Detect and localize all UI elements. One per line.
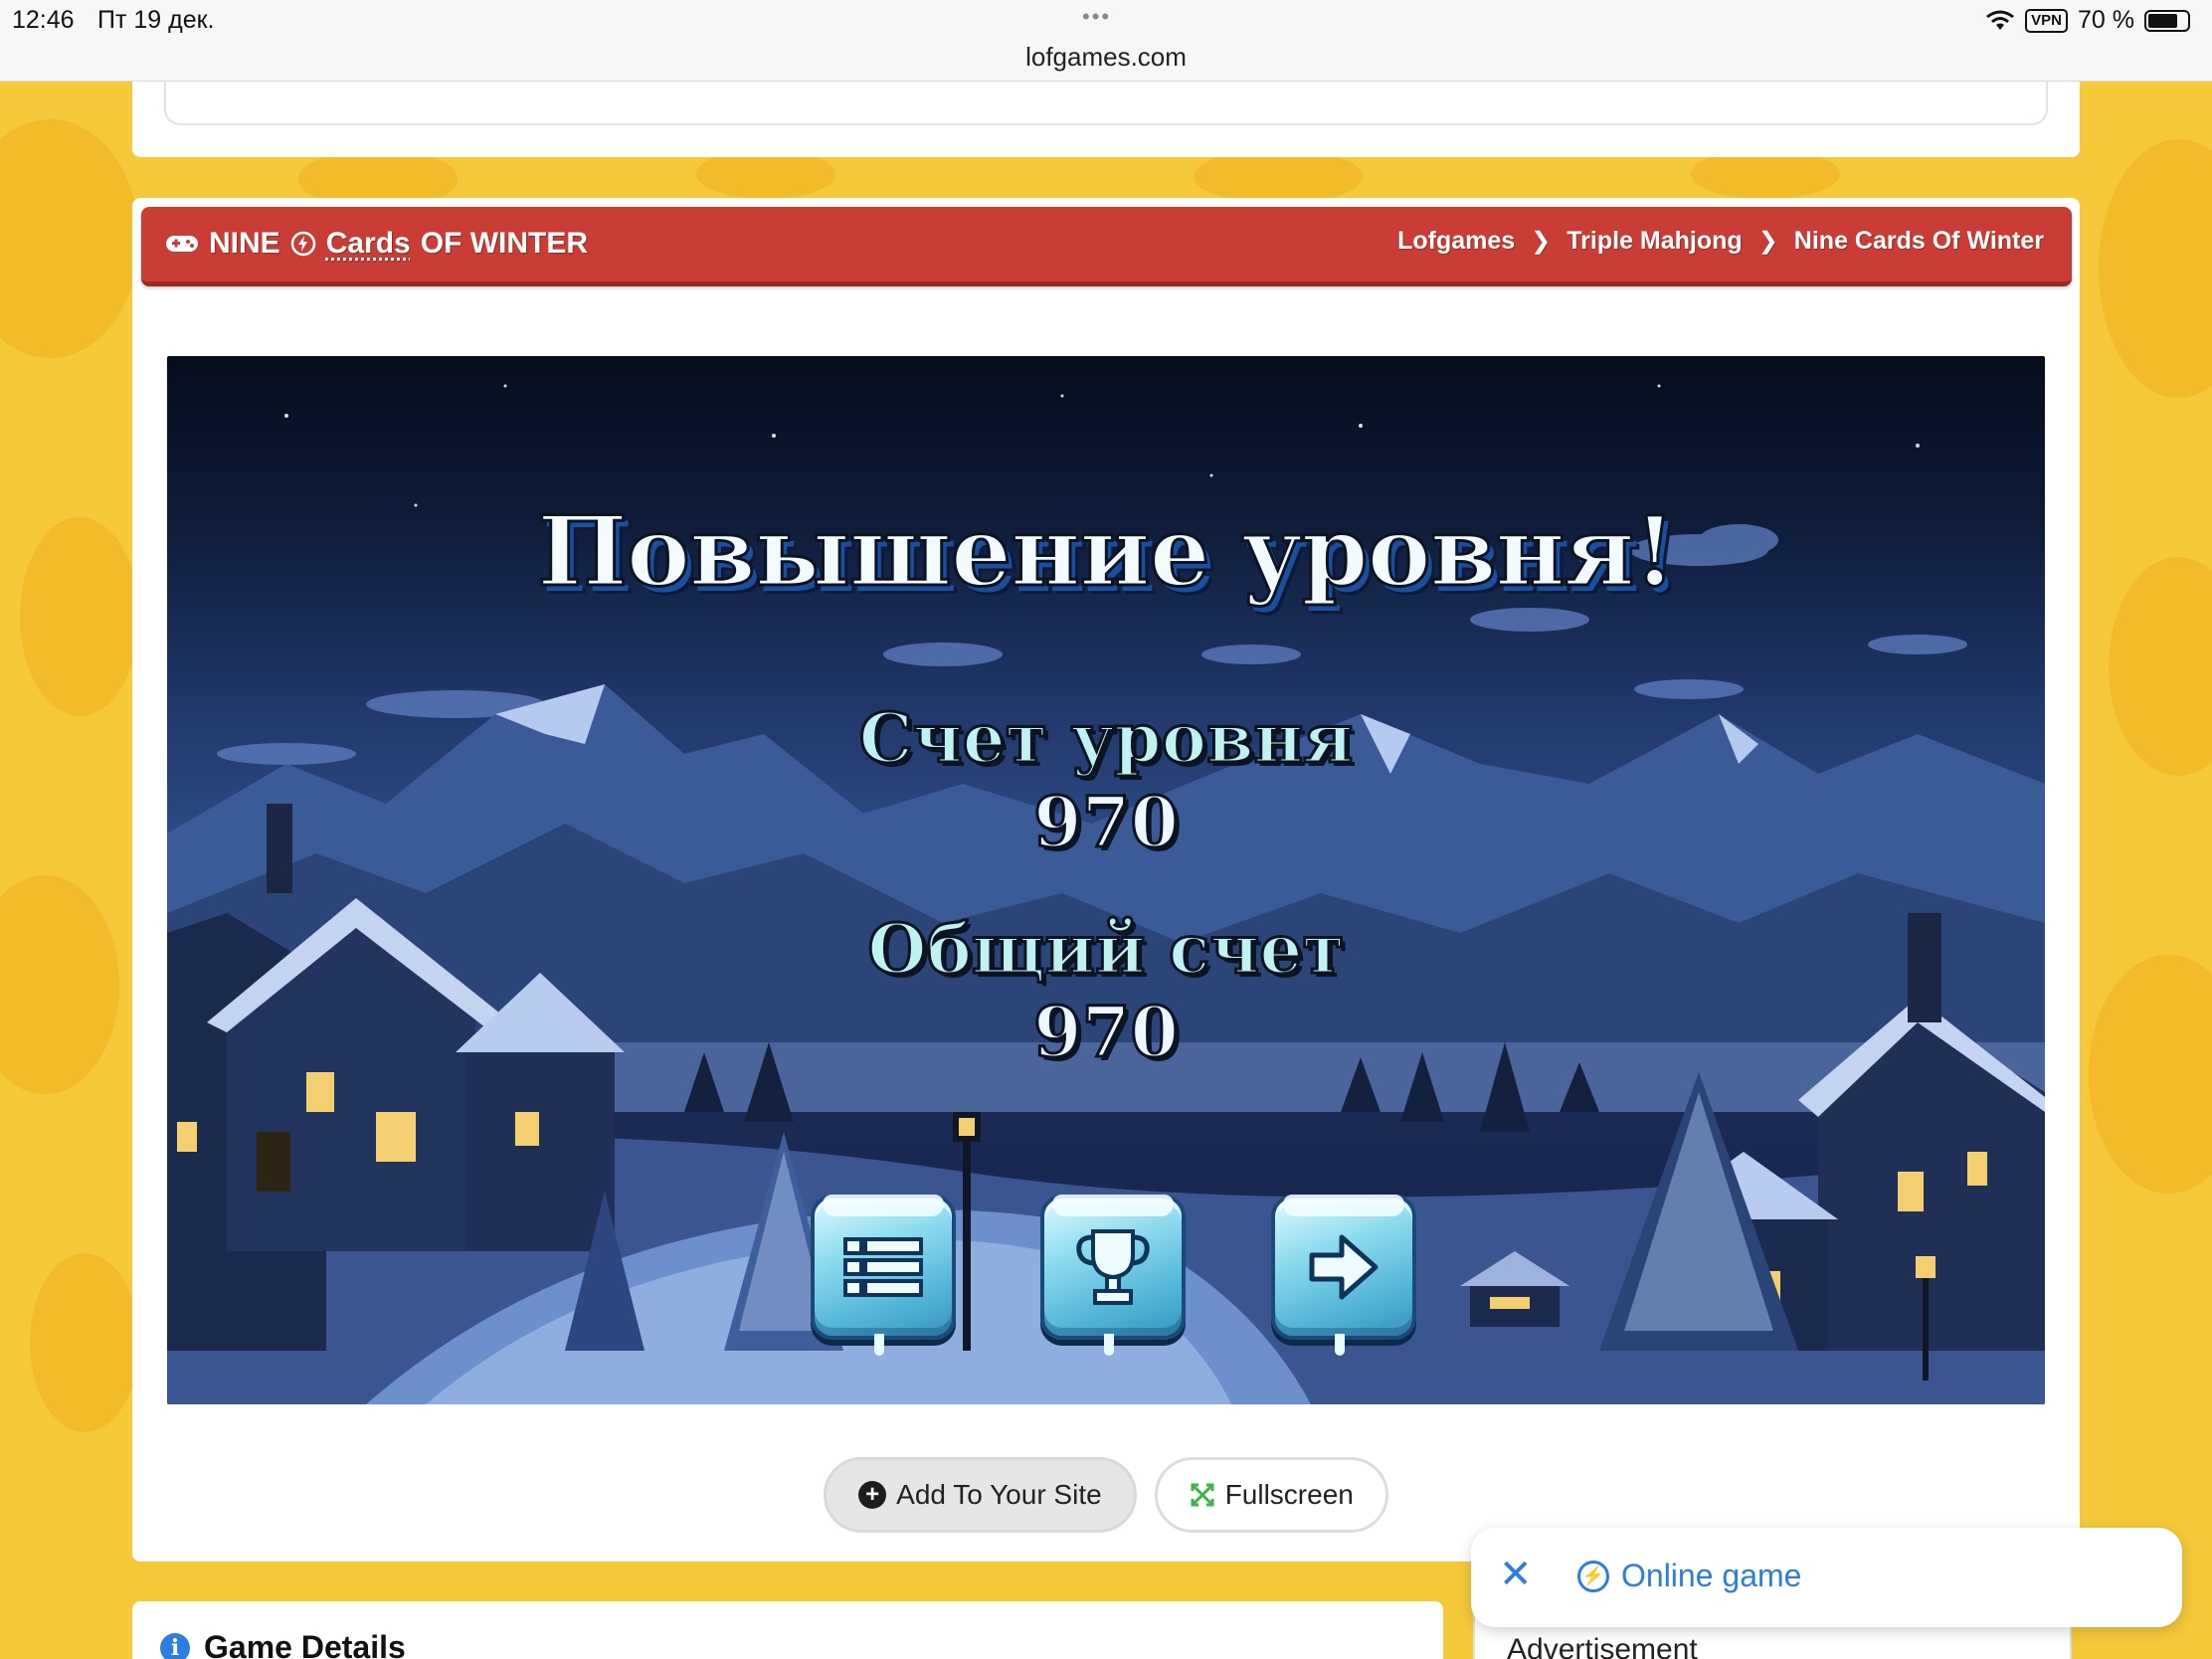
add-to-site-button[interactable]: + Add To Your Site: [824, 1457, 1137, 1533]
menu-button[interactable]: [811, 1195, 956, 1356]
fullscreen-label: Fullscreen: [1224, 1479, 1354, 1510]
wifi-icon: [1986, 10, 2015, 30]
fullscreen-button[interactable]: Fullscreen: [1154, 1457, 1388, 1533]
plus-circle-icon: +: [858, 1481, 887, 1509]
arrow-right-icon: [1309, 1234, 1379, 1300]
breadcrumb-lofgames[interactable]: Lofgames: [1397, 227, 1515, 256]
leaderboard-button[interactable]: [1040, 1195, 1186, 1356]
breadcrumb: Lofgames ❯ Triple Mahjong ❯ Nine Cards O…: [1397, 227, 2044, 256]
status-bar: 12:46 Пт 19 дек. ••• lofgames.com VPN 70…: [0, 0, 2212, 82]
total-score-label: Общий счет: [866, 909, 1346, 992]
title-word-of-winter: OF WINTER: [420, 227, 589, 260]
bolt-circle-icon: [290, 231, 315, 257]
breadcrumb-triple-mahjong[interactable]: Triple Mahjong: [1567, 227, 1742, 256]
battery-icon: [2144, 9, 2190, 32]
expand-icon: [1191, 1483, 1214, 1507]
date: Пт 19 дек.: [97, 6, 215, 34]
trophy-icon: [1076, 1229, 1150, 1305]
game-details-heading: i Game Details: [160, 1629, 406, 1659]
game-title: NINE Cards OF WINTER: [165, 227, 588, 261]
status-icons: VPN 70 %: [1985, 6, 2190, 35]
chevron-right-icon: ❯: [1757, 228, 1778, 255]
tab-dots-icon[interactable]: •••: [1082, 4, 1111, 30]
next-level-button[interactable]: [1271, 1195, 1416, 1356]
menu-icon: [843, 1237, 923, 1297]
game-details-card: i Game Details: [132, 1601, 1443, 1659]
battery-percent: 70 %: [2078, 6, 2134, 34]
bolt-icon: ⚡: [1577, 1560, 1609, 1592]
online-game-banner: ✕ ⚡ Online game: [1471, 1528, 2182, 1627]
game-card: NINE Cards OF WINTER Lofgames ❯ Triple M…: [132, 198, 2080, 1562]
game-actions: + Add To Your Site Fullscreen: [132, 1457, 2080, 1533]
close-icon[interactable]: ✕: [1499, 1550, 1533, 1599]
chevron-right-icon: ❯: [1531, 228, 1552, 255]
gamepad-icon: [166, 236, 198, 252]
level-score-label: Счет уровня: [857, 698, 1355, 781]
advertisement-label: Advertisement: [1507, 1633, 1698, 1659]
online-game-link[interactable]: ⚡ Online game: [1577, 1558, 1801, 1594]
online-game-label: Online game: [1621, 1558, 1802, 1593]
vpn-badge: VPN: [2025, 8, 2069, 33]
title-word-cards[interactable]: Cards: [326, 227, 411, 261]
level-up-title: Повышение уровня!: [536, 494, 1677, 610]
info-icon: i: [160, 1632, 190, 1659]
total-score-value: 970: [1031, 990, 1180, 1075]
add-to-site-label: Add To Your Site: [896, 1479, 1102, 1510]
address-bar[interactable]: lofgames.com: [0, 42, 2212, 73]
title-word-nine: NINE: [209, 227, 280, 260]
level-score-value: 970: [1031, 780, 1180, 865]
game-title-bar: NINE Cards OF WINTER Lofgames ❯ Triple M…: [141, 207, 2072, 286]
game-details-title: Game Details: [204, 1629, 406, 1659]
clock: 12:46: [12, 6, 75, 34]
game-canvas[interactable]: Повышение уровня! Счет уровня 970 Общий …: [167, 356, 2045, 1404]
breadcrumb-current[interactable]: Nine Cards Of Winter: [1794, 227, 2044, 256]
